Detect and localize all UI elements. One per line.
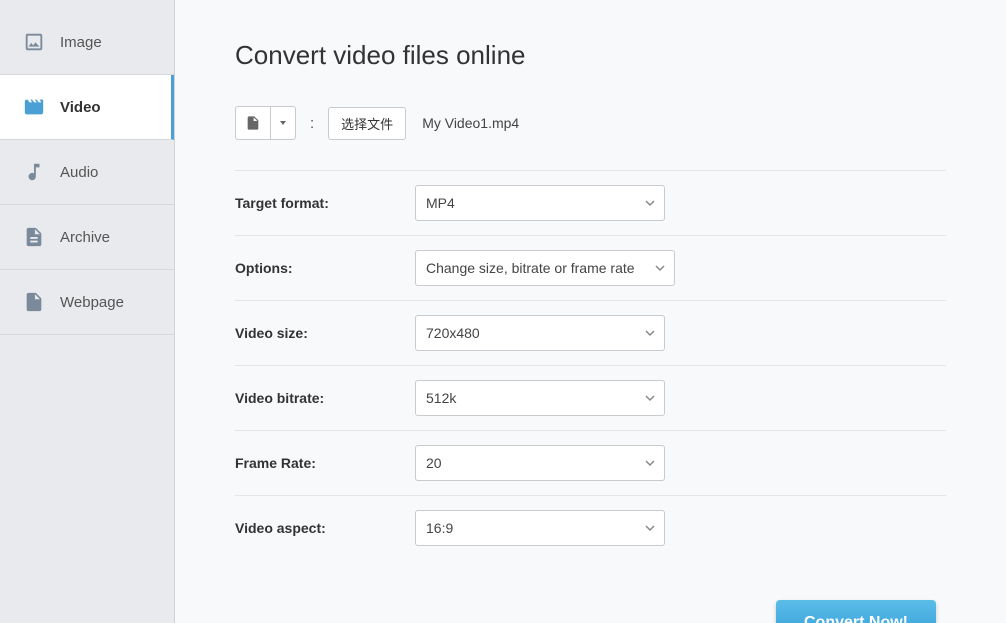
label-video-size: Video size: bbox=[235, 325, 415, 341]
video-icon bbox=[20, 93, 48, 121]
label-options: Options: bbox=[235, 260, 415, 276]
select-wrapper-video-bitrate: 512k 256k 1024k 2048k bbox=[415, 380, 665, 416]
select-wrapper-options: Change size, bitrate or frame rate No ch… bbox=[415, 250, 675, 286]
archive-icon bbox=[20, 223, 48, 251]
file-row: : 选择文件 My Video1.mp4 bbox=[235, 106, 946, 140]
sidebar-item-image[interactable]: Image bbox=[0, 10, 174, 75]
image-icon bbox=[20, 28, 48, 56]
label-video-bitrate: Video bitrate: bbox=[235, 390, 415, 406]
file-btn-group bbox=[235, 106, 296, 140]
sidebar-item-audio-label: Audio bbox=[60, 164, 98, 181]
form-row-video-bitrate: Video bitrate: 512k 256k 1024k 2048k bbox=[235, 365, 946, 430]
select-options[interactable]: Change size, bitrate or frame rate No ch… bbox=[415, 250, 675, 286]
sidebar-item-image-label: Image bbox=[60, 34, 102, 51]
select-wrapper-video-size: 720x480 1920x1080 1280x720 640x360 320x2… bbox=[415, 315, 665, 351]
select-wrapper-frame-rate: 20 24 25 30 60 bbox=[415, 445, 665, 481]
convert-now-button[interactable]: Convert Now! bbox=[776, 600, 936, 623]
file-dropdown-button[interactable] bbox=[270, 106, 296, 140]
audio-icon bbox=[20, 158, 48, 186]
form-row-video-size: Video size: 720x480 1920x1080 1280x720 6… bbox=[235, 300, 946, 365]
sidebar: Image Video Audio Archive bbox=[0, 0, 175, 623]
file-colon: : bbox=[310, 115, 314, 132]
sidebar-item-archive[interactable]: Archive bbox=[0, 205, 174, 270]
form-row-target-format: Target format: MP4 AVI MKV MOV WMV FLV W… bbox=[235, 170, 946, 235]
select-frame-rate[interactable]: 20 24 25 30 60 bbox=[415, 445, 665, 481]
label-frame-rate: Frame Rate: bbox=[235, 455, 415, 471]
convert-btn-wrapper: Convert Now! bbox=[235, 600, 946, 623]
select-wrapper-target-format: MP4 AVI MKV MOV WMV FLV WEBM bbox=[415, 185, 665, 221]
webpage-icon bbox=[20, 288, 48, 316]
sidebar-item-video[interactable]: Video bbox=[0, 75, 174, 140]
form-row-frame-rate: Frame Rate: 20 24 25 30 60 bbox=[235, 430, 946, 495]
form-section: Target format: MP4 AVI MKV MOV WMV FLV W… bbox=[235, 170, 946, 560]
select-video-size[interactable]: 720x480 1920x1080 1280x720 640x360 320x2… bbox=[415, 315, 665, 351]
select-video-aspect[interactable]: 16:9 4:3 1:1 9:16 bbox=[415, 510, 665, 546]
select-video-bitrate[interactable]: 512k 256k 1024k 2048k bbox=[415, 380, 665, 416]
label-target-format: Target format: bbox=[235, 195, 415, 211]
selected-file-name: My Video1.mp4 bbox=[422, 115, 519, 131]
main-content: Convert video files online : 选择文件 My Vid… bbox=[175, 0, 1006, 623]
label-video-aspect: Video aspect: bbox=[235, 520, 415, 536]
file-doc-button[interactable] bbox=[235, 106, 270, 140]
page-title: Convert video files online bbox=[235, 40, 946, 71]
sidebar-item-video-label: Video bbox=[60, 99, 101, 116]
sidebar-item-webpage[interactable]: Webpage bbox=[0, 270, 174, 335]
sidebar-item-audio[interactable]: Audio bbox=[0, 140, 174, 205]
sidebar-item-webpage-label: Webpage bbox=[60, 294, 124, 311]
form-row-options: Options: Change size, bitrate or frame r… bbox=[235, 235, 946, 300]
select-target-format[interactable]: MP4 AVI MKV MOV WMV FLV WEBM bbox=[415, 185, 665, 221]
sidebar-item-archive-label: Archive bbox=[60, 229, 110, 246]
form-row-video-aspect: Video aspect: 16:9 4:3 1:1 9:16 bbox=[235, 495, 946, 560]
select-wrapper-video-aspect: 16:9 4:3 1:1 9:16 bbox=[415, 510, 665, 546]
choose-file-button[interactable]: 选择文件 bbox=[328, 107, 406, 140]
